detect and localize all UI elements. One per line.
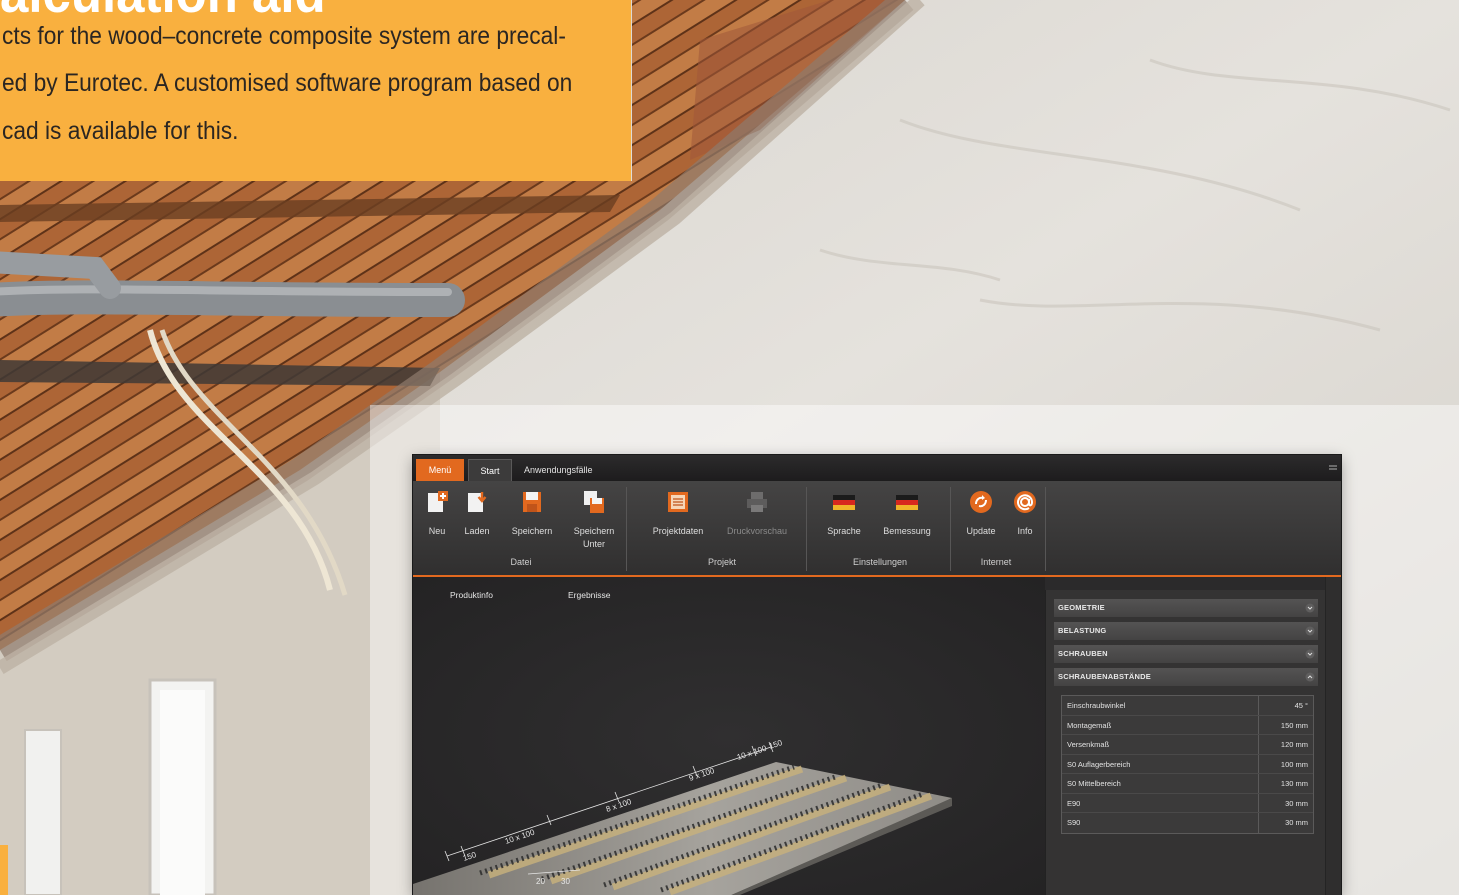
table-row[interactable]: Versenkmaß 120 mm [1062,735,1313,755]
property-value[interactable]: 120 mm [1258,735,1313,754]
property-label: Einschraubwinkel [1067,701,1126,710]
dimension-label: 20 [536,877,545,886]
property-value[interactable]: 30 mm [1258,793,1313,812]
chevron-down-icon [1305,603,1315,613]
table-row[interactable]: Einschraubwinkel 45 ° [1062,696,1313,716]
info-text-box: alculation aid cts for the wood–concrete… [0,0,631,181]
group-label-settings: Einstellungen [852,557,908,567]
property-label: Montagemaß [1067,720,1112,730]
group-label-file: Datei [510,557,532,567]
section-label: GEOMETRIE [1058,603,1105,612]
table-row[interactable]: Montagemaß 150 mm [1062,715,1313,735]
print-preview-icon [747,492,767,512]
page-edge-accent [0,845,8,895]
property-value[interactable]: 30 mm [1258,813,1313,833]
group-separator [806,487,807,571]
section-label: BELASTUNG [1058,626,1107,635]
tab-use-cases[interactable]: Anwendungsfälle [518,459,593,481]
property-value[interactable]: 150 mm [1258,715,1313,734]
group-label-internet: Internet [980,557,1012,567]
property-label: S0 Auflagerbereich [1067,759,1131,769]
info-icon [1014,491,1036,513]
brochure-page: alculation aid cts for the wood–concrete… [0,0,1459,895]
table-row[interactable]: E90 30 mm [1062,793,1313,813]
section-geometry[interactable]: GEOMETRIE [1054,599,1318,617]
ribbon-accent-line [413,575,1341,577]
ribbon-tab-bar: Menü Start Anwendungsfälle [413,455,1341,481]
open-file-icon [468,492,487,512]
save-button[interactable]: Speichern [497,481,567,555]
properties-panel: GEOMETRIE BELASTUNG SCHRAUBEN SCHRAUBENA… [1045,590,1325,895]
body-text-line: cts for the wood–concrete composite syst… [2,22,566,50]
section-heading: alculation aid [0,0,326,21]
ribbon-toolbar: Neu Laden Speichern Speichern Unter Date… [413,481,1341,575]
chevron-up-icon [1305,672,1315,682]
print-preview-button[interactable]: Druckvorschau [722,481,792,555]
tab-start[interactable]: Start [468,459,512,481]
property-label: S90 [1067,818,1081,827]
save-button-label: Speichern [511,526,553,536]
section-label: SCHRAUBENABSTÄNDE [1058,672,1151,681]
body-text-line: ed by Eurotec. A customised software pro… [2,69,573,97]
tab-results[interactable]: Ergebnisse [568,589,611,601]
design-standard-label: Bemessung [883,526,931,536]
chevron-down-icon [1305,626,1315,636]
property-value[interactable]: 130 mm [1258,774,1313,793]
dimension-label: 30 [561,877,570,886]
panel-scrollbar[interactable] [1325,577,1341,895]
print-preview-label: Druckvorschau [726,526,788,536]
section-screw-spacing[interactable]: SCHRAUBENABSTÄNDE [1054,668,1318,686]
screw-spacing-table: Einschraubwinkel 45 ° Montagemaß 150 mm … [1061,695,1314,834]
property-value[interactable]: 45 ° [1258,696,1313,715]
body-text-line: cad is available for this. [2,117,239,145]
language-button[interactable]: Sprache [809,481,879,555]
group-label-project: Projekt [707,557,736,567]
save-as-button[interactable]: Speichern Unter [559,481,629,555]
language-label: Sprache [827,526,861,536]
design-standard-button[interactable]: Bemessung [872,481,942,555]
info-button[interactable]: Info [990,481,1060,555]
design-standard-flag-icon [896,495,918,510]
software-window: 150 10 x 100 8 x 100 9 x 100 10 x 100 15… [413,455,1341,895]
group-separator [626,487,627,571]
section-load[interactable]: BELASTUNG [1054,622,1318,640]
section-label: SCHRAUBEN [1058,649,1108,658]
tab-product-info[interactable]: Produktinfo [450,589,493,601]
project-data-icon [668,492,688,512]
save-as-button-label: Speichern Unter [573,526,615,549]
language-flag-icon [833,495,855,510]
table-row[interactable]: S90 30 mm [1062,813,1313,833]
property-label: E90 [1067,798,1081,808]
tab-menu[interactable]: Menü [416,459,464,481]
project-data-label: Projektdaten [652,526,704,536]
save-icon [523,492,541,512]
table-row[interactable]: S0 Auflagerbereich 100 mm [1062,754,1313,774]
info-label: Info [1017,526,1033,536]
save-as-icon [584,491,604,513]
property-label: Versenkmaß [1067,740,1110,749]
window-options-icon[interactable] [1327,462,1339,474]
property-label: S0 Mittelbereich [1067,779,1121,788]
chevron-down-icon [1305,649,1315,659]
table-row[interactable]: S0 Mittelbereich 130 mm [1062,774,1313,794]
property-value[interactable]: 100 mm [1258,754,1313,773]
section-screws[interactable]: SCHRAUBEN [1054,645,1318,663]
group-separator [1045,487,1046,571]
project-data-button[interactable]: Projektdaten [643,481,713,555]
